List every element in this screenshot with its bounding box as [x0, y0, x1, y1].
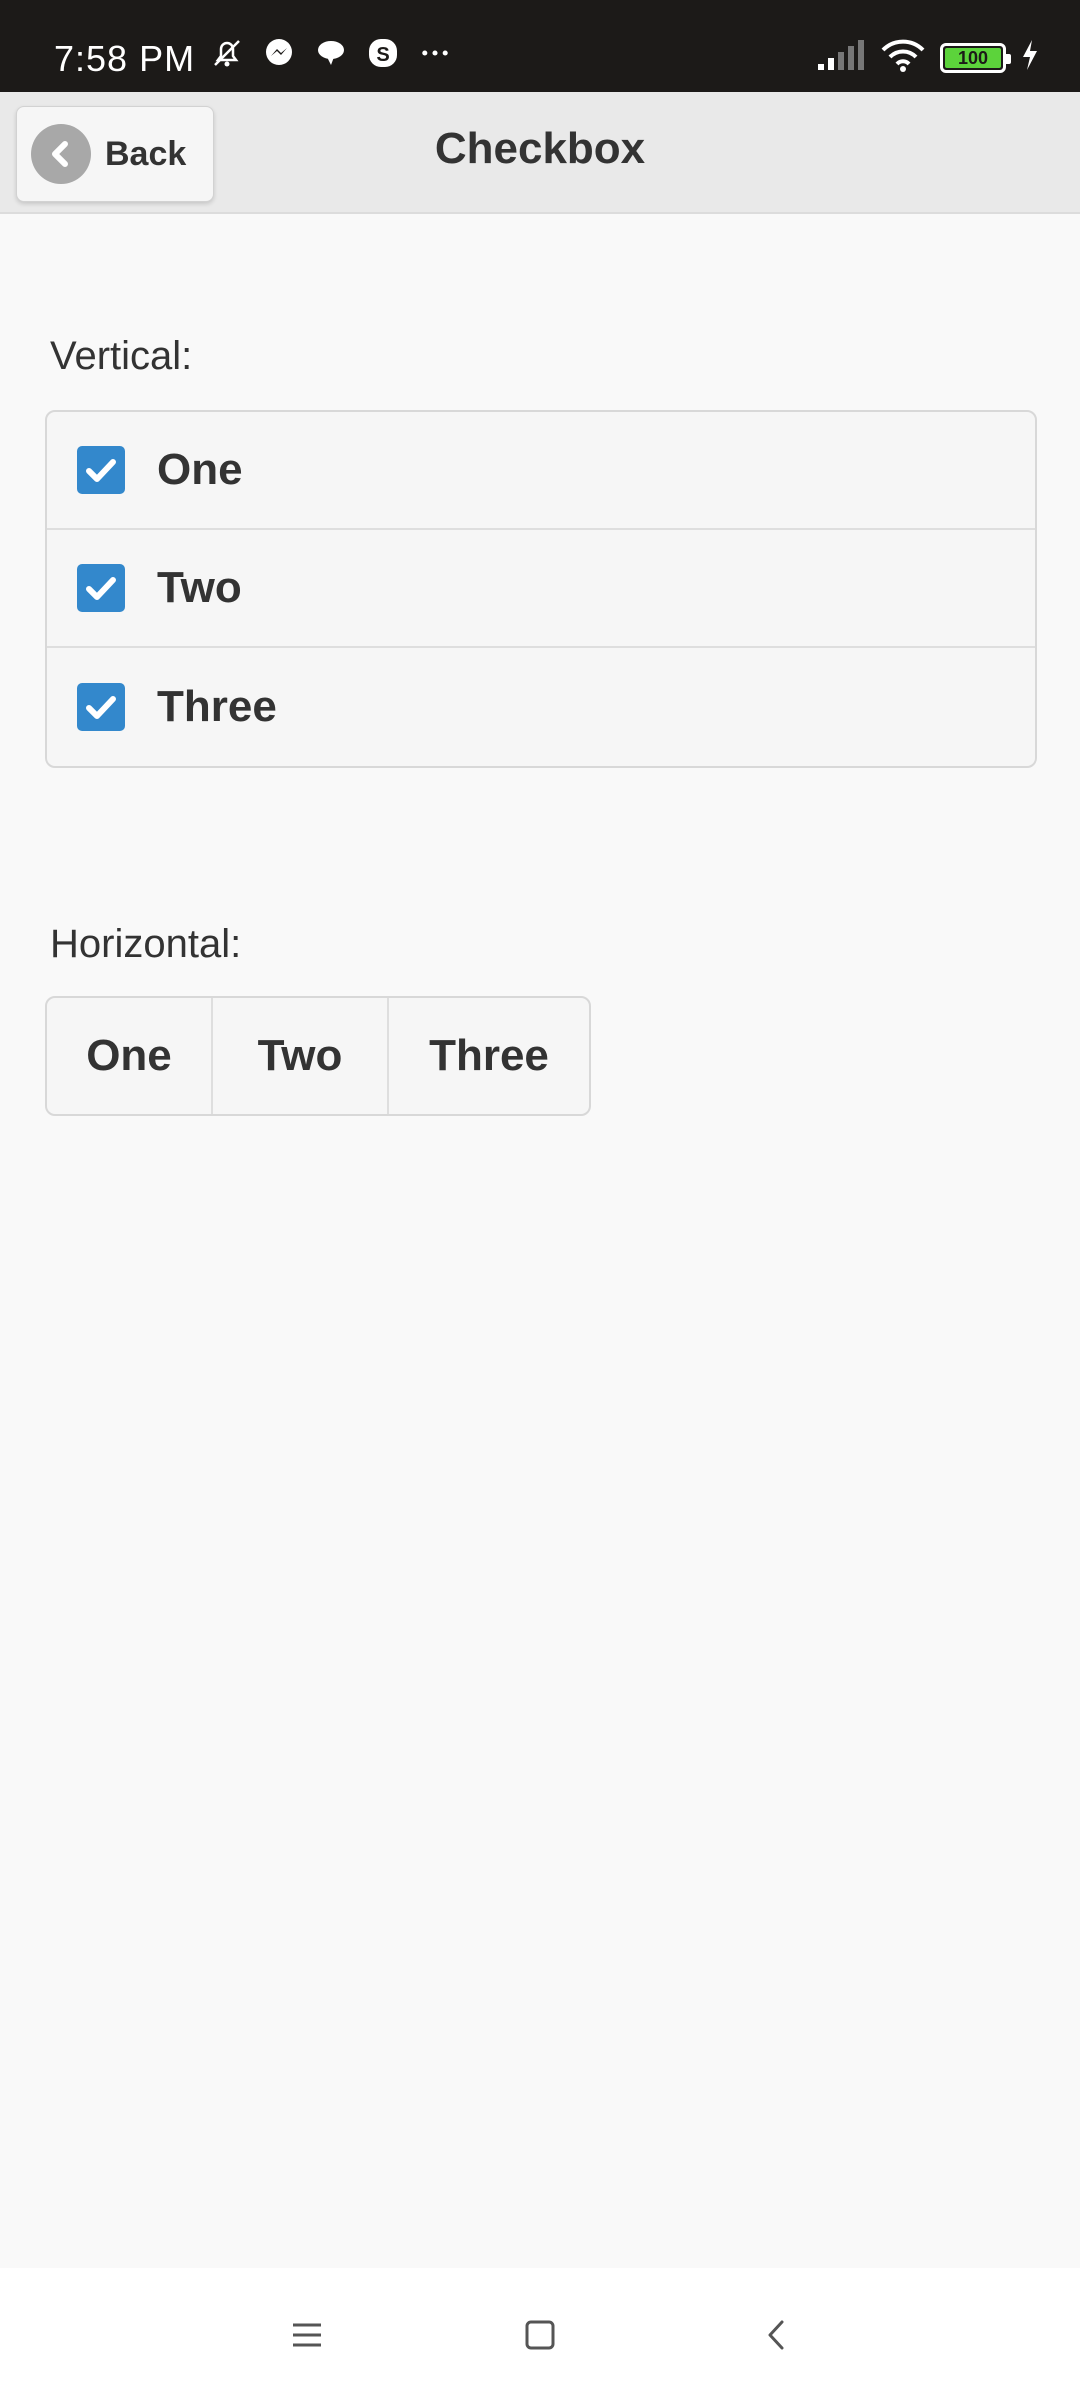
check-icon: [86, 459, 116, 482]
system-nav-bar: [0, 2268, 1080, 2400]
svg-text:S: S: [376, 44, 389, 66]
horizontal-checkbox-item[interactable]: One: [47, 998, 213, 1114]
vertical-checkbox-label: Two: [157, 563, 242, 612]
vertical-checkbox-label: Three: [157, 682, 277, 731]
vertical-checkbox-item[interactable]: Three: [47, 648, 1035, 766]
page-title: Checkbox: [434, 124, 646, 173]
vertical-section-label: Vertical:: [50, 334, 193, 378]
checkbox-checked-icon: [77, 683, 125, 731]
charging-icon: [1020, 38, 1040, 77]
wifi-icon: [880, 38, 926, 77]
messenger-icon: [262, 36, 296, 70]
checkbox-checked-icon: [77, 564, 125, 612]
battery-icon: 100: [940, 42, 1011, 73]
horizontal-checkbox-item[interactable]: Two: [213, 998, 389, 1114]
mute-bell-icon: [210, 36, 244, 70]
status-time: 7:58 PM: [54, 38, 196, 79]
battery-tip: [1006, 53, 1011, 64]
check-icon: [86, 577, 116, 600]
vertical-checkbox-item[interactable]: Two: [47, 530, 1035, 648]
more-dots-icon: [418, 36, 452, 70]
skype-icon: S: [366, 36, 400, 70]
check-icon: [86, 696, 116, 719]
vertical-checkbox-group: One Two Three: [45, 410, 1037, 768]
vertical-checkbox-item[interactable]: One: [47, 412, 1035, 530]
notification-icons: S: [210, 36, 452, 70]
horizontal-checkbox-group: One Two Three: [45, 996, 591, 1116]
horizontal-checkbox-item[interactable]: Three: [389, 998, 589, 1114]
system-icons: 100: [816, 38, 1040, 77]
status-ampm: PM: [139, 38, 196, 79]
status-bar: 7:58 PM S 100: [0, 0, 1080, 92]
checkbox-checked-icon: [77, 446, 125, 494]
signal-icon: [816, 38, 866, 77]
horizontal-section-label: Horizontal:: [50, 922, 242, 966]
app-header: Back Checkbox: [0, 92, 1080, 214]
chat-bubble-icon: [314, 36, 348, 70]
battery-level: 100: [957, 47, 989, 68]
menu-icon[interactable]: [277, 2308, 337, 2362]
vertical-checkbox-label: One: [157, 445, 243, 494]
back-nav-icon[interactable]: [747, 2308, 807, 2362]
home-icon[interactable]: [510, 2308, 570, 2362]
